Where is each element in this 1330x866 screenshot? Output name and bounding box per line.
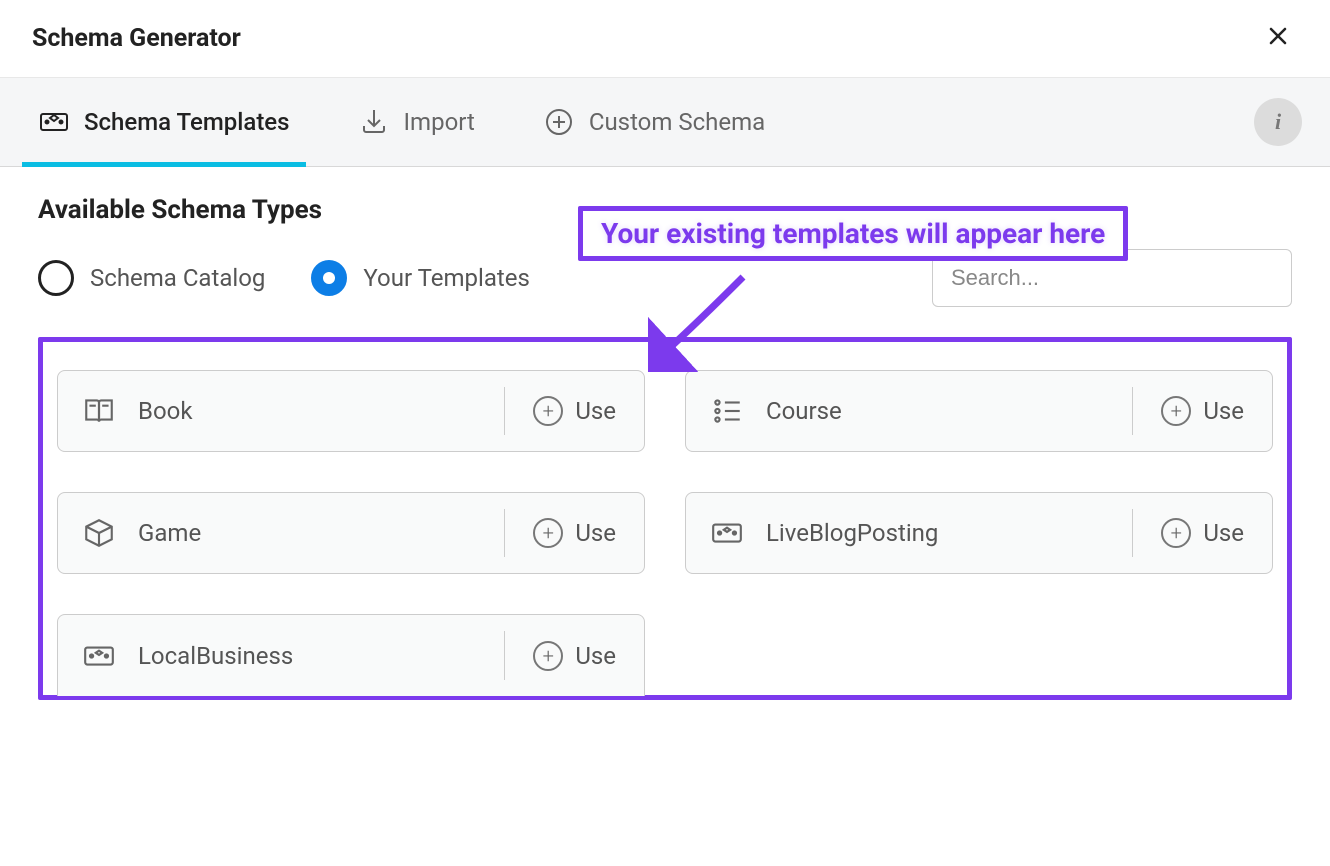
- annotation-arrow-icon: [648, 272, 758, 372]
- tab-label: Schema Templates: [84, 108, 290, 136]
- template-name: LiveBlogPosting: [766, 519, 938, 547]
- radio-label: Schema Catalog: [90, 264, 265, 292]
- plus-circle-icon: [543, 106, 575, 138]
- template-name: Book: [138, 397, 193, 425]
- plus-circle-icon: +: [1161, 518, 1191, 548]
- info-icon: i: [1275, 109, 1281, 135]
- ticket-icon: [710, 516, 744, 550]
- tab-import[interactable]: Import: [348, 78, 485, 166]
- annotation-callout: Your existing templates will appear here: [578, 206, 1128, 261]
- import-icon: [358, 106, 390, 138]
- use-label: Use: [1203, 397, 1244, 425]
- template-name: Course: [766, 397, 842, 425]
- plus-circle-icon: +: [533, 518, 563, 548]
- template-card-liveblogposting: LiveBlogPosting + Use: [685, 492, 1273, 574]
- plus-circle-icon: +: [533, 396, 563, 426]
- use-button[interactable]: + Use: [504, 387, 644, 435]
- use-label: Use: [1203, 519, 1244, 547]
- radio-your-templates[interactable]: Your Templates: [311, 260, 529, 296]
- list-icon: [710, 394, 744, 428]
- plus-circle-icon: +: [533, 641, 563, 671]
- radio-icon-selected: [311, 260, 347, 296]
- tab-label: Custom Schema: [589, 108, 765, 136]
- use-label: Use: [575, 519, 616, 547]
- tab-schema-templates[interactable]: Schema Templates: [28, 78, 300, 166]
- use-button[interactable]: + Use: [1132, 509, 1272, 557]
- radio-schema-catalog[interactable]: Schema Catalog: [38, 260, 265, 296]
- template-card-book: Book + Use: [57, 370, 645, 452]
- radio-group: Schema Catalog Your Templates: [38, 260, 530, 296]
- tab-label: Import: [404, 108, 475, 136]
- info-button[interactable]: i: [1254, 98, 1302, 146]
- template-card-course: Course + Use: [685, 370, 1273, 452]
- use-button[interactable]: + Use: [504, 631, 644, 680]
- close-icon: [1266, 24, 1290, 48]
- templates-grid: Book + Use Course + Use: [38, 337, 1292, 700]
- plus-circle-icon: +: [1161, 396, 1191, 426]
- use-button[interactable]: + Use: [504, 509, 644, 557]
- close-button[interactable]: [1258, 18, 1298, 59]
- tab-custom-schema[interactable]: Custom Schema: [533, 78, 775, 166]
- annotation-text: Your existing templates will appear here: [601, 217, 1105, 250]
- use-button[interactable]: + Use: [1132, 387, 1272, 435]
- tab-bar: Schema Templates Import Custom Schema i: [0, 78, 1330, 167]
- template-name: Game: [138, 519, 201, 547]
- template-card-game: Game + Use: [57, 492, 645, 574]
- box-icon: [82, 516, 116, 550]
- radio-label: Your Templates: [363, 264, 529, 292]
- book-icon: [82, 394, 116, 428]
- dialog-title: Schema Generator: [32, 24, 241, 53]
- ticket-icon: [82, 639, 116, 673]
- dialog-header: Schema Generator: [0, 0, 1330, 78]
- template-name: LocalBusiness: [138, 642, 293, 670]
- radio-icon: [38, 260, 74, 296]
- use-label: Use: [575, 642, 616, 670]
- template-icon: [38, 106, 70, 138]
- template-card-localbusiness: LocalBusiness + Use: [57, 614, 645, 696]
- use-label: Use: [575, 397, 616, 425]
